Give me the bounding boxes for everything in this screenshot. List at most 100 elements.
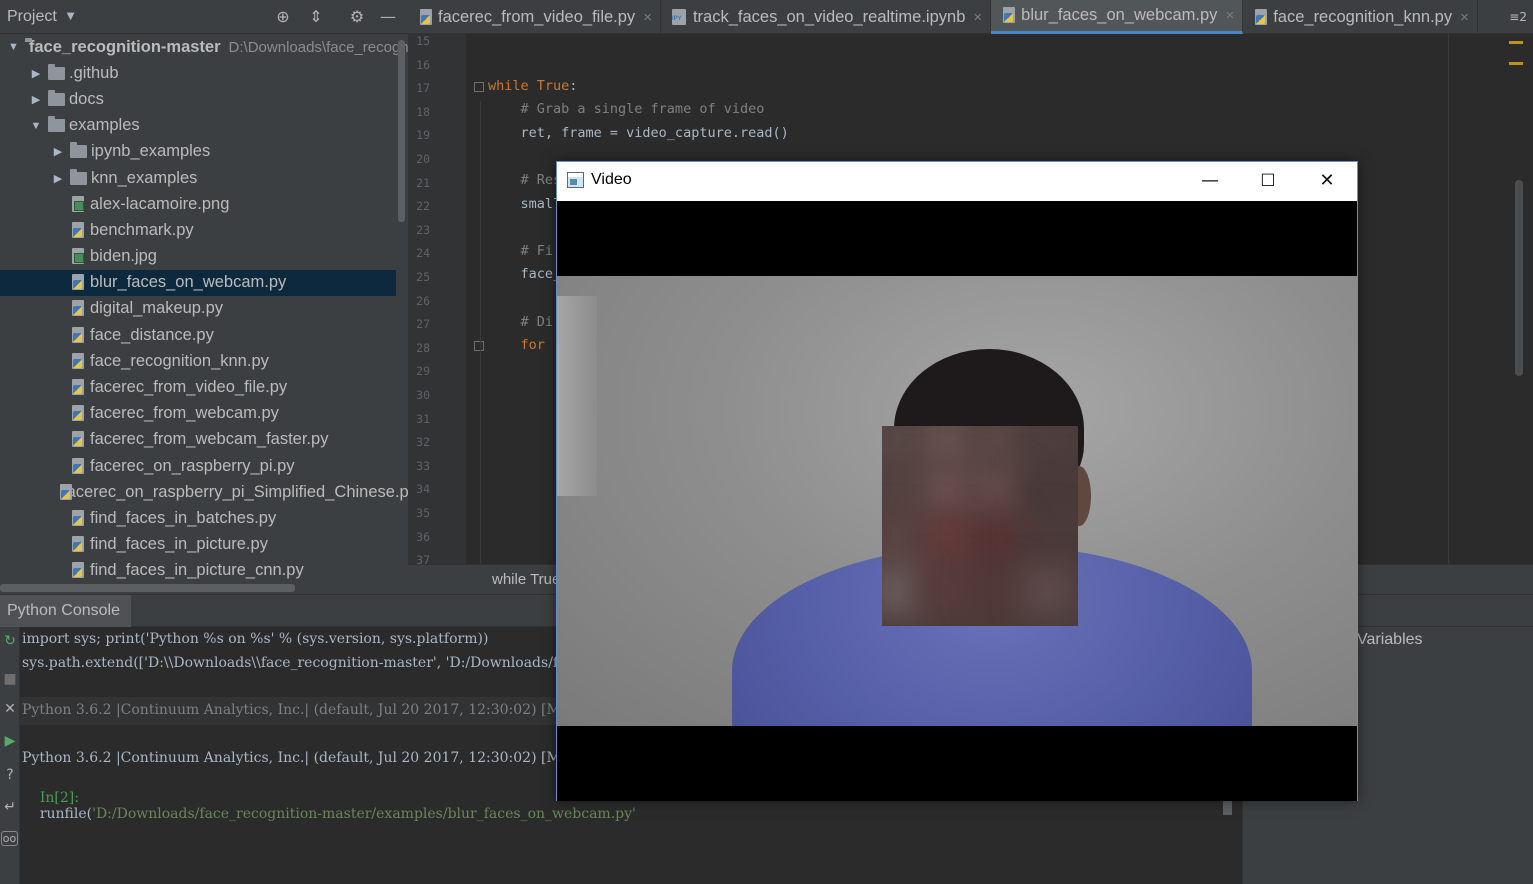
close-icon[interactable]: × [973, 9, 982, 26]
tree-item-label: find_faces_in_picture_cnn.py [90, 561, 304, 580]
gear-icon[interactable]: ⚙ [347, 7, 367, 27]
tree-item[interactable]: ▼ examples [0, 113, 396, 139]
chevron-right-icon[interactable]: ▶ [52, 172, 64, 185]
minimize-button[interactable]: — [1181, 162, 1239, 200]
code-line[interactable]: # Fi [488, 243, 554, 259]
tree-item[interactable]: ▶ knn_examples [0, 165, 396, 191]
notebook-file-icon [671, 8, 689, 26]
folder-icon [70, 168, 87, 185]
tree-item[interactable]: facerec_from_video_file.py [0, 374, 396, 400]
chevron-down-icon[interactable]: ▼ [67, 11, 75, 22]
soft-wrap-icon[interactable]: ↵ [0, 799, 20, 815]
tree-item-label: biden.jpg [90, 247, 157, 266]
line-number: 33 [416, 458, 430, 473]
tree-item[interactable]: alex-lacamoire.png [0, 191, 396, 217]
fold-marker-icon[interactable] [474, 81, 484, 92]
code-line[interactable]: while True: [488, 78, 577, 94]
close-icon[interactable]: × [1225, 7, 1234, 24]
tree-item[interactable]: blur_faces_on_webcam.py [0, 269, 396, 296]
tree-item-label: facerec_from_webcam.py [90, 404, 279, 423]
warning-stripe-marker[interactable] [1509, 41, 1523, 44]
tree-item[interactable]: facerec_from_webcam.py [0, 401, 396, 427]
close-icon[interactable]: ✕ [0, 701, 20, 717]
webcam-image [557, 276, 1357, 726]
python-file-icon [70, 300, 86, 317]
tree-item[interactable]: ▶ .github [0, 60, 396, 86]
editor-tab[interactable]: track_faces_on_video_realtime.ipynb × [661, 0, 992, 34]
rerun-icon[interactable]: ↻ [0, 633, 20, 649]
variables-label: Variables [1357, 631, 1423, 648]
tree-item-label: facerec_from_video_file.py [90, 378, 288, 397]
console-prompt-line[interactable]: In[2]: runfile('D:/Downloads/face_recogn… [22, 774, 636, 838]
hide-panel-icon[interactable]: — [378, 7, 398, 27]
code-line[interactable]: # Di [488, 314, 554, 330]
crosshair-icon[interactable]: ⊕ [273, 7, 293, 27]
tree-item[interactable]: ▶ ipynb_examples [0, 139, 396, 165]
tree-item[interactable]: biden.jpg [0, 244, 396, 270]
code-line[interactable]: face_ [488, 266, 562, 282]
image-file-icon [70, 195, 86, 213]
tree-item-label: find_faces_in_batches.py [90, 508, 277, 527]
tree-item[interactable]: facerec_on_raspberry_pi.py [0, 453, 396, 479]
tree-item[interactable]: find_faces_in_picture_cnn.py [0, 558, 396, 584]
indent-guide [480, 101, 481, 564]
code-line[interactable]: # Grab a single frame of video [488, 101, 765, 117]
tree-item[interactable]: face_distance.py [0, 322, 396, 348]
close-icon[interactable]: × [1460, 9, 1469, 26]
line-number-gutter: 15 16 17 18 19 20 21 22 23 24 25 26 27 28 29 30 31 32 33 34… [408, 34, 466, 567]
tree-item[interactable]: find_faces_in_batches.py [0, 505, 396, 531]
video-window[interactable]: Video — ☐ ✕ [556, 161, 1358, 801]
tree-item[interactable]: benchmark.py [0, 217, 396, 243]
collapse-all-icon[interactable]: ⇕ [306, 7, 326, 27]
tree-item[interactable]: facerec_on_raspberry_pi_Simplified_Chine… [0, 479, 408, 505]
editor-scrollbar-thumb[interactable] [1515, 180, 1523, 376]
console-scrollbar[interactable] [1223, 801, 1232, 815]
project-view-title[interactable]: Project [7, 8, 57, 26]
line-number: 20 [416, 152, 430, 166]
python-file-icon [70, 379, 86, 396]
editor-tab[interactable]: face_recognition_knn.py × [1243, 0, 1478, 34]
close-icon[interactable]: × [643, 9, 652, 26]
project-tree-scrollbar[interactable] [398, 40, 405, 222]
chevron-right-icon[interactable]: ▶ [52, 145, 64, 158]
editor-tab-bar: facerec_from_video_file.py×track_faces_o… [408, 0, 1533, 34]
maximize-button[interactable]: ☐ [1239, 162, 1297, 200]
tree-item[interactable]: ▶ docs [0, 86, 396, 112]
line-number: 24 [416, 246, 430, 261]
show-variables-icon[interactable]: oo [1, 831, 18, 846]
line-number: 16 [416, 57, 430, 72]
tab-python-console[interactable]: Python Console [0, 595, 131, 627]
editor-tab[interactable]: blur_faces_on_webcam.py × [991, 0, 1244, 34]
code-line[interactable]: small [488, 196, 562, 212]
tree-item[interactable]: facerec_from_webcam_faster.py [0, 427, 396, 453]
line-number: 34 [416, 482, 430, 497]
tree-item[interactable]: ▼ face_recognition-master D:\Downloads\fac… [0, 34, 408, 60]
chevron-down-icon[interactable]: ▼ [30, 120, 42, 132]
tree-item[interactable]: face_recognition_knn.py [0, 348, 396, 374]
help-icon[interactable]: ? [0, 767, 20, 783]
code-line[interactable]: for [488, 337, 553, 353]
app-window-icon [567, 172, 584, 188]
editor-tab[interactable]: facerec_from_video_file.py × [408, 0, 661, 34]
stop-icon[interactable]: ■ [0, 671, 20, 687]
chevron-down-icon[interactable]: ▼ [8, 41, 19, 53]
chevron-right-icon[interactable]: ▶ [30, 93, 42, 106]
project-tree-horizontal-scrollbar[interactable] [0, 584, 295, 592]
chevron-right-icon[interactable]: ▶ [30, 67, 42, 80]
code-line[interactable]: ret, frame = video_capture.read() [488, 125, 789, 141]
tab-overflow-indicator[interactable]: ≡2 [1509, 10, 1527, 24]
python-file-icon [70, 536, 86, 553]
tree-item-label: facerec_on_raspberry_pi_Simplified_Chine… [62, 482, 408, 501]
project-tree: ▼ face_recognition-master D:\Downloads\fac… [0, 34, 408, 584]
line-number: 35 [416, 506, 430, 520]
tree-item[interactable]: digital_makeup.py [0, 296, 396, 322]
python-file-icon [70, 562, 86, 579]
video-window-titlebar[interactable]: Video — ☐ ✕ [557, 162, 1357, 200]
fold-marker-icon[interactable] [474, 341, 484, 352]
close-button[interactable]: ✕ [1298, 162, 1356, 200]
warning-stripe-marker[interactable] [1509, 62, 1523, 65]
tree-item[interactable]: find_faces_in_picture.py [0, 532, 396, 558]
folder-icon [48, 116, 65, 133]
execute-icon[interactable]: ▶ [0, 733, 20, 749]
breadcrumb[interactable]: while True [492, 571, 560, 588]
